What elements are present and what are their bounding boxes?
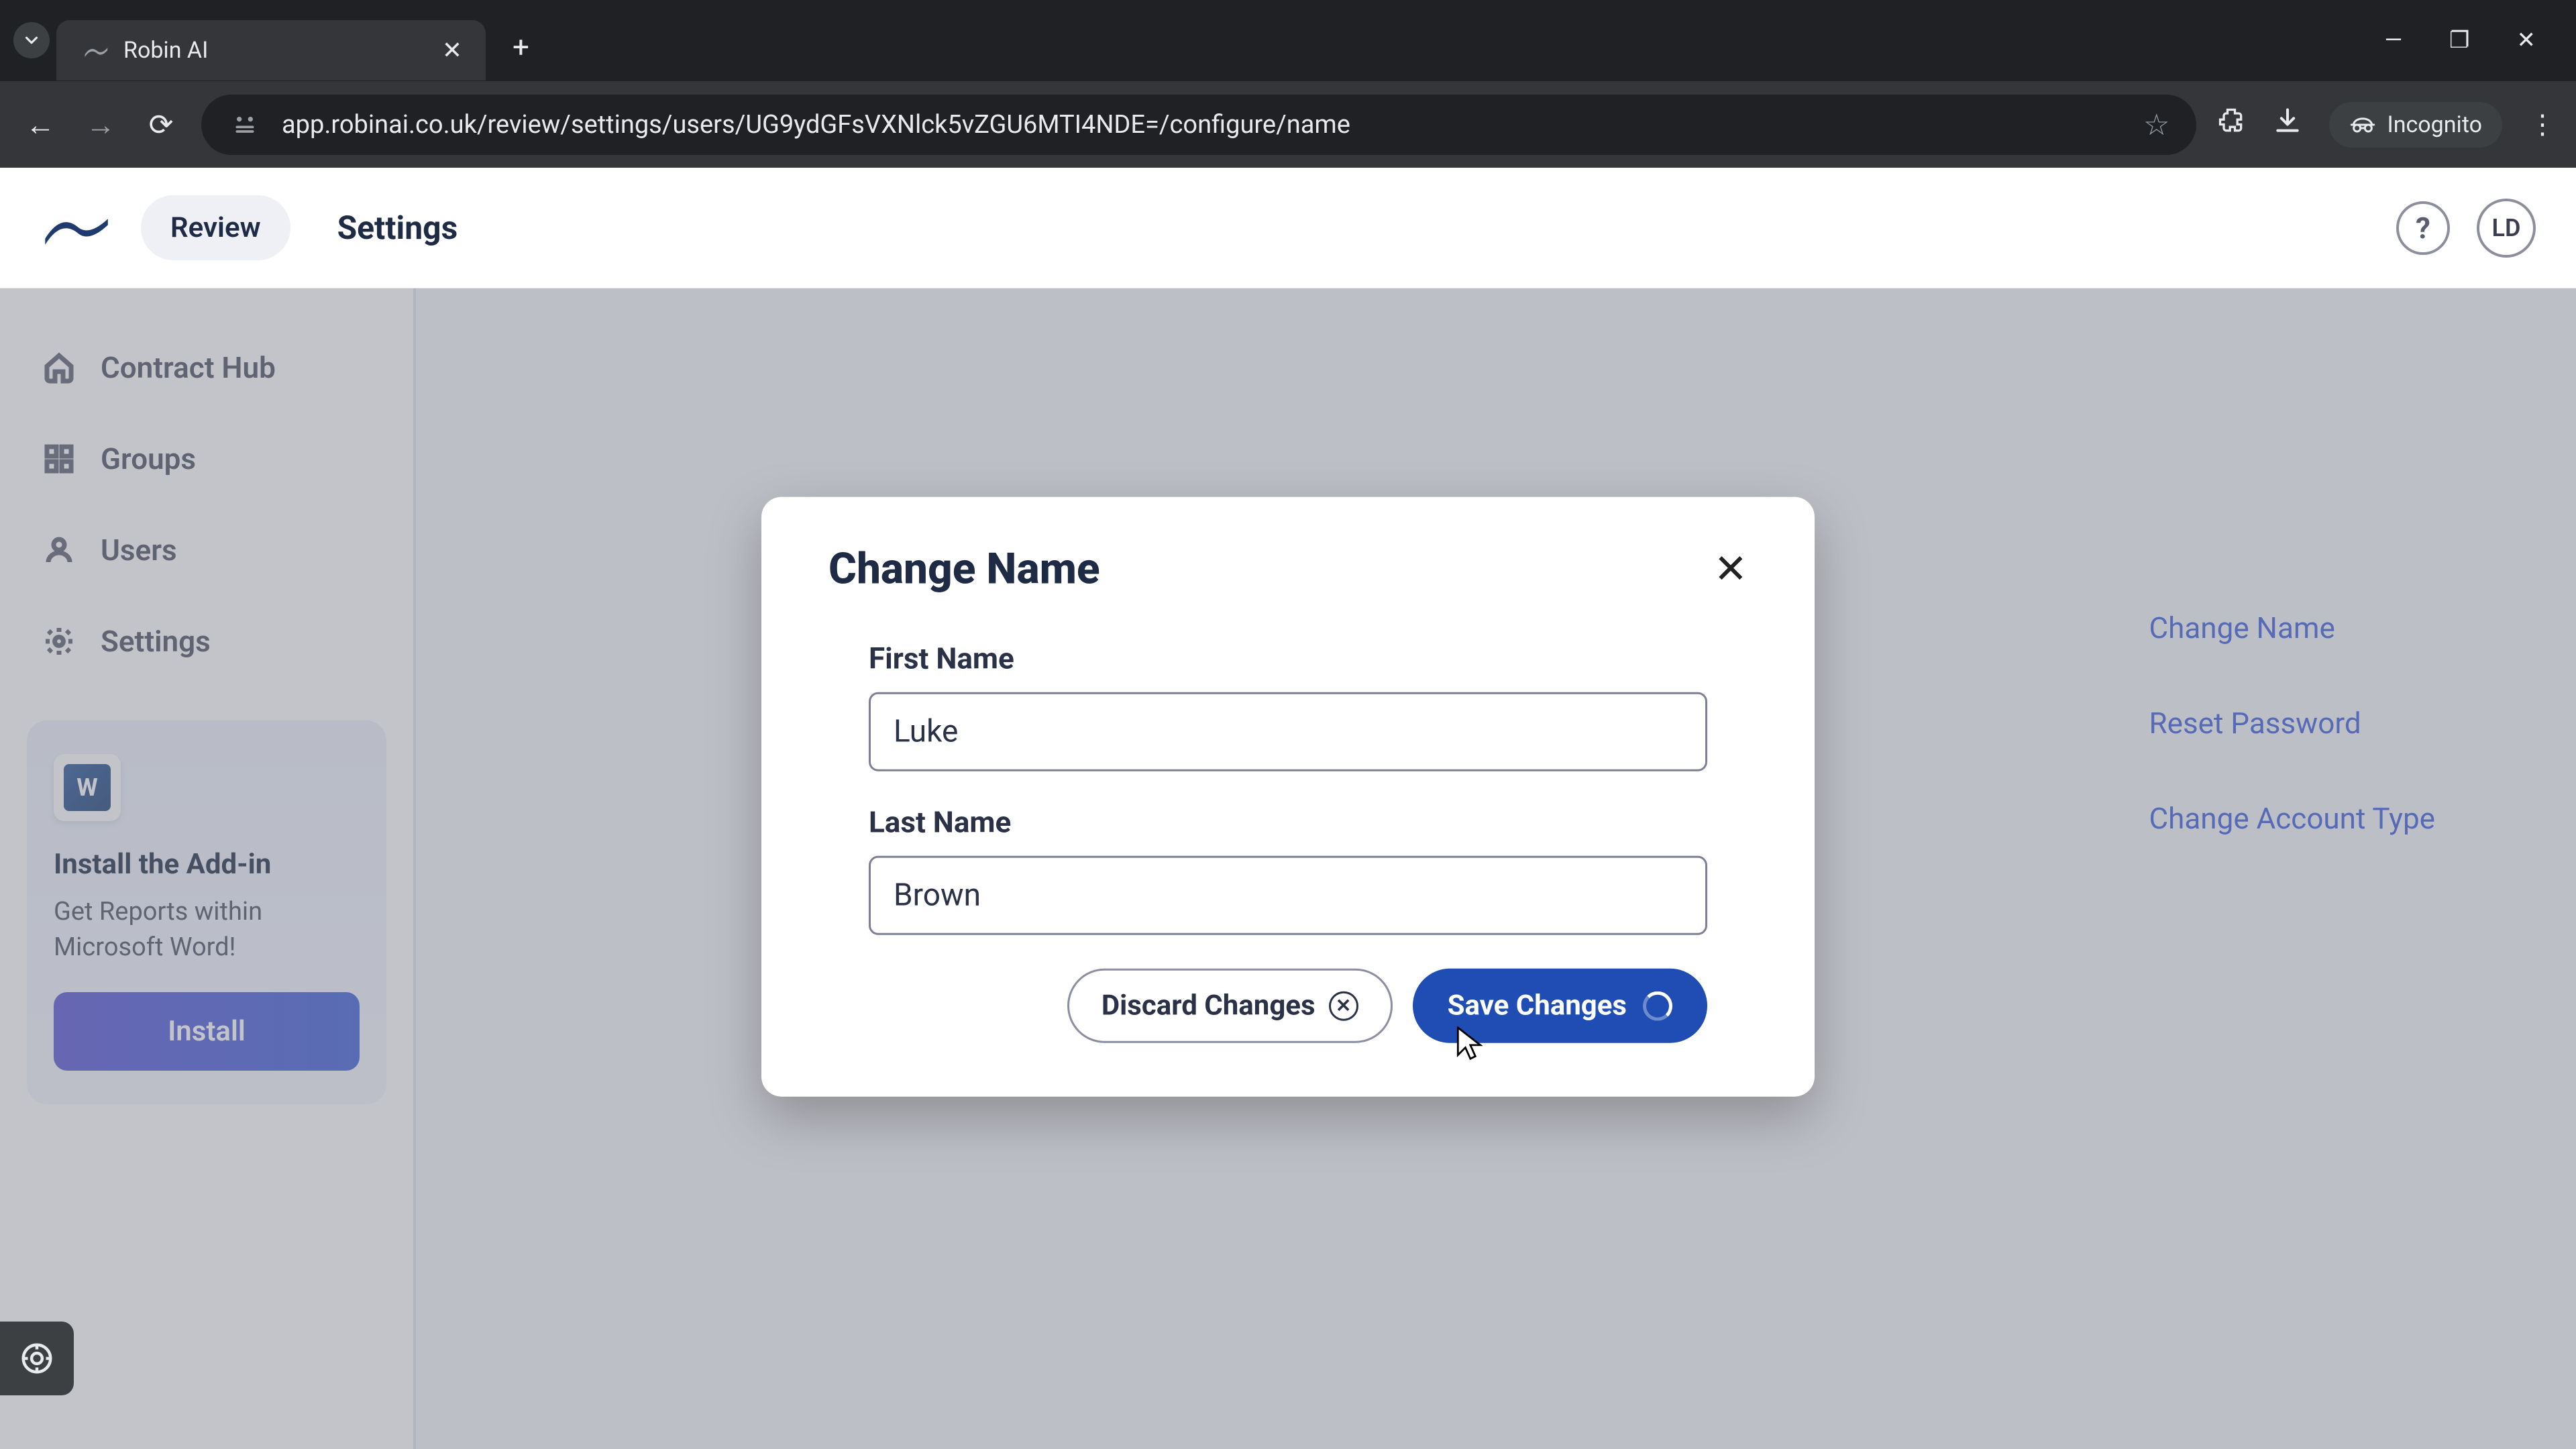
page-title: Settings bbox=[337, 209, 458, 247]
bookmark-star-icon[interactable]: ☆ bbox=[2143, 107, 2169, 142]
tab-title: Robin AI bbox=[123, 37, 425, 64]
help-button[interactable]: ? bbox=[2396, 201, 2450, 255]
incognito-label: Incognito bbox=[2387, 111, 2482, 138]
window-controls: — ❐ ✕ bbox=[2384, 27, 2563, 54]
tab-search-dropdown[interactable] bbox=[13, 22, 50, 58]
save-changes-button[interactable]: Save Changes bbox=[1413, 969, 1707, 1043]
window-close-icon[interactable]: ✕ bbox=[2517, 27, 2536, 54]
extensions-icon[interactable] bbox=[2216, 106, 2246, 143]
tab-close-icon[interactable]: ✕ bbox=[439, 36, 466, 64]
loading-spinner-icon bbox=[1643, 991, 1672, 1020]
url-field[interactable]: app.robinai.co.uk/review/settings/users/… bbox=[201, 95, 2196, 155]
window-maximize-icon[interactable]: ❐ bbox=[2449, 27, 2469, 54]
modal-overlay[interactable]: Change Name ✕ First Name Last Name Disca… bbox=[0, 288, 2576, 1449]
toolbar-icons: Incognito ⋮ bbox=[2216, 102, 2556, 148]
first-name-label: First Name bbox=[869, 641, 1707, 676]
browser-tab[interactable]: Robin AI ✕ bbox=[56, 20, 486, 80]
support-widget-button[interactable] bbox=[0, 1322, 74, 1395]
nav-reload-icon[interactable]: ⟳ bbox=[141, 105, 181, 145]
last-name-label: Last Name bbox=[869, 805, 1707, 840]
site-info-icon[interactable] bbox=[228, 108, 262, 142]
first-name-input[interactable] bbox=[869, 692, 1707, 771]
address-bar: ← → ⟳ app.robinai.co.uk/review/settings/… bbox=[0, 80, 2576, 168]
incognito-indicator[interactable]: Incognito bbox=[2329, 102, 2502, 148]
browser-menu-icon[interactable]: ⋮ bbox=[2529, 109, 2556, 140]
url-text: app.robinai.co.uk/review/settings/users/… bbox=[282, 110, 2123, 140]
app-logo-icon[interactable] bbox=[40, 205, 114, 252]
app-header: Review Settings ? LD bbox=[0, 168, 2576, 288]
user-avatar[interactable]: LD bbox=[2477, 199, 2536, 258]
downloads-icon[interactable] bbox=[2273, 106, 2302, 143]
tab-favicon-icon bbox=[83, 37, 110, 64]
discard-changes-button[interactable]: Discard Changes ✕ bbox=[1067, 969, 1393, 1043]
tab-strip: Robin AI ✕ + — ❐ ✕ bbox=[0, 0, 2576, 80]
new-tab-button[interactable]: + bbox=[513, 30, 529, 64]
nav-forward-icon[interactable]: → bbox=[80, 105, 121, 145]
change-name-modal: Change Name ✕ First Name Last Name Disca… bbox=[761, 497, 1815, 1097]
review-nav-button[interactable]: Review bbox=[141, 195, 290, 260]
circle-x-icon: ✕ bbox=[1329, 991, 1358, 1020]
window-minimize-icon[interactable]: — bbox=[2384, 27, 2402, 54]
modal-close-button[interactable]: ✕ bbox=[1714, 549, 1748, 589]
app-viewport: Review Settings ? LD Contract Hub Groups bbox=[0, 168, 2576, 1449]
browser-chrome: Robin AI ✕ + — ❐ ✕ ← → ⟳ app.robinai.co.… bbox=[0, 0, 2576, 168]
nav-back-icon[interactable]: ← bbox=[20, 105, 60, 145]
modal-title: Change Name bbox=[828, 544, 1100, 594]
last-name-input[interactable] bbox=[869, 856, 1707, 935]
